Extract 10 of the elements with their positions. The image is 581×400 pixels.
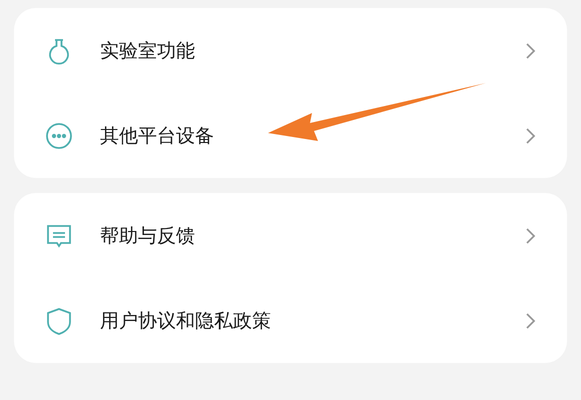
menu-item[interactable]: 其他平台设备 bbox=[100, 122, 525, 148]
chevron-icon bbox=[525, 126, 537, 144]
shield-icon bbox=[44, 306, 74, 336]
menu-item[interactable]: 实验室功能 bbox=[100, 38, 525, 64]
menu-item[interactable]: 用户协议和隐私政策 bbox=[100, 308, 525, 334]
chevron-icon bbox=[525, 42, 537, 60]
chevron-icon bbox=[525, 226, 537, 244]
menu-item[interactable]: 帮助与反馈 bbox=[100, 222, 525, 248]
chevron-icon bbox=[525, 312, 537, 330]
more-icon bbox=[44, 120, 74, 150]
